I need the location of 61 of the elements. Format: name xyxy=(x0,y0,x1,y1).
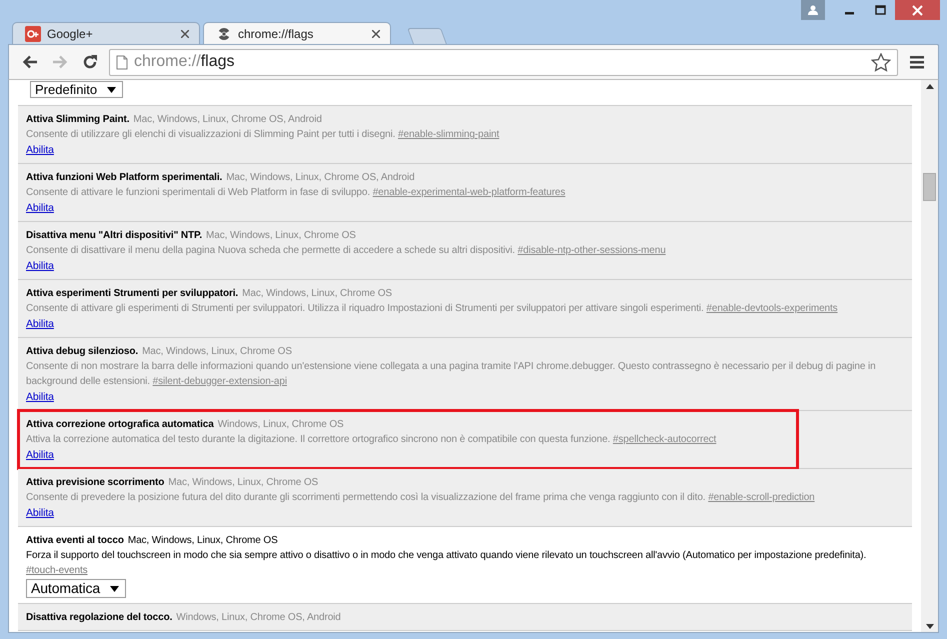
radiation-icon xyxy=(216,26,232,42)
profile-button[interactable] xyxy=(801,0,825,20)
scrollbar[interactable] xyxy=(921,80,938,632)
caret-icon xyxy=(110,586,120,592)
platforms-text: Windows, Linux, Chrome OS, Android xyxy=(176,611,341,625)
experiment-description: Consente di disattivare il menu della pagina Nuova scheda che permette di accedere a schede su altri dispositivi. #disable-ntp-other-sessions-menu xyxy=(26,244,667,258)
platforms-text: Windows, Linux, Chrome OS xyxy=(218,418,344,432)
menu-icon xyxy=(910,55,924,69)
enable-link[interactable]: Abilita xyxy=(26,202,54,214)
experiment-description: Consente di attivare le funzioni sperimentali di Web Platform in fase di sviluppo. #enable-experimental-web-platform-features xyxy=(26,186,566,200)
caret-icon xyxy=(107,86,116,92)
platforms-text: Mac, Windows, Linux, Chrome OS xyxy=(206,229,356,243)
platforms-text: Mac, Windows, Linux, Chrome OS xyxy=(168,476,318,490)
enable-link[interactable]: Abilita xyxy=(26,507,54,519)
star-icon[interactable] xyxy=(871,52,891,72)
platforms-text: Mac, Windows, Linux, Chrome OS xyxy=(142,345,292,359)
enable-link[interactable]: Abilita xyxy=(26,318,54,330)
reload-icon xyxy=(82,54,98,70)
user-icon xyxy=(807,4,819,16)
experiment-title: Attiva esperimenti Strumenti per sviluppatori. xyxy=(26,287,238,301)
close-icon xyxy=(912,4,923,16)
experiment-description: Consente di attivare gli esperimenti di Strumenti per sviluppatori. Utilizza il riquadro Impostazioni di Strumenti per sviluppatori per attivare singoli esperimenti. #enable-devtools-experiments xyxy=(26,302,839,316)
experiment-description: Consente di utilizzare gli elenchi di visualizzazioni di Slimming Paint per tutti i disegni. #enable-slimming-paint xyxy=(26,128,500,142)
experiment-description: Consente di prevedere la posizione futura del dito durante gli scorrimenti permettendo così la visualizzazione del frame prima che venga raggiunto con il dito. #enable-scroll-prediction xyxy=(26,491,816,505)
dropdown[interactable]: Predefinito xyxy=(30,81,124,98)
close-icon[interactable] xyxy=(372,30,380,38)
experiment-description: Forza il supporto del touchscreen in modo che sia sempre attivo o disattivo o in modo che venga attivato quando viene rilevato un touchscreen all'avvio (Automatico per impostazione predefinita). #touch-events xyxy=(26,549,868,578)
browser-tab[interactable]: chrome://flags xyxy=(203,22,391,44)
experiment-title: Attiva correzione ortografica automatica xyxy=(26,418,214,432)
experiment-description: Consente di non mostrare la barra delle informazioni quando un'estensione viene collegata a una pagina tramite l'API chrome.debugger. Questo contrassegno è necessario per il debug di pagine in background delle estensioni. #silent-debugger-extension-api xyxy=(26,360,877,389)
enable-link[interactable]: Abilita xyxy=(26,391,54,403)
platforms-text: Mac, Windows, Linux, Chrome OS xyxy=(242,287,392,301)
page-icon xyxy=(116,54,128,70)
enable-link[interactable]: Abilita xyxy=(26,449,54,461)
experiment-title: Disattiva regolazione del tocco. xyxy=(26,611,172,625)
maximize-icon xyxy=(874,5,886,15)
scroll-thumb[interactable] xyxy=(923,172,936,200)
browser-tab[interactable]: Google+ xyxy=(12,22,200,44)
address-bar[interactable]: chrome://flags xyxy=(109,48,898,76)
flag-link[interactable]: #touch-events xyxy=(26,565,88,576)
experiment-title: Attiva debug silenzioso. xyxy=(26,345,138,359)
close-icon[interactable] xyxy=(181,30,189,38)
experiment-title: Attiva previsione scorrimento xyxy=(26,476,164,490)
back-arrow-icon xyxy=(22,55,38,69)
experiment-title: Attiva Slimming Paint. xyxy=(26,113,130,127)
experiment-title: Attiva funzioni Web Platform sperimentali. xyxy=(26,171,222,185)
enable-link[interactable]: Abilita xyxy=(26,144,54,156)
experiment-title: Disattiva menu "Altri dispositivi" NTP. xyxy=(26,229,202,243)
platforms-text: Mac, Windows, Linux, Chrome OS xyxy=(128,534,278,548)
minimize-icon xyxy=(844,12,854,14)
experiment-title: Attiva eventi al tocco xyxy=(26,534,124,548)
close-button[interactable] xyxy=(895,0,940,20)
scroll-down-icon[interactable] xyxy=(926,624,934,629)
platforms-text: Mac, Windows, Linux, Chrome OS, Android xyxy=(226,171,415,185)
experiment-description: Attiva la correzione automatica del testo durante la digitazione. Il correttore ortografico sincrono non è compatibile con questa funzione. #spellcheck-autocorrect xyxy=(26,433,718,447)
platforms-text: Mac, Windows, Linux, Chrome OS, Android xyxy=(133,113,322,127)
scroll-up-icon[interactable] xyxy=(926,84,934,89)
google-plus-icon xyxy=(25,26,41,42)
forward-arrow-icon xyxy=(52,55,68,69)
dropdown[interactable]: Automatica xyxy=(26,579,126,598)
enable-link[interactable]: Abilita xyxy=(26,260,54,272)
